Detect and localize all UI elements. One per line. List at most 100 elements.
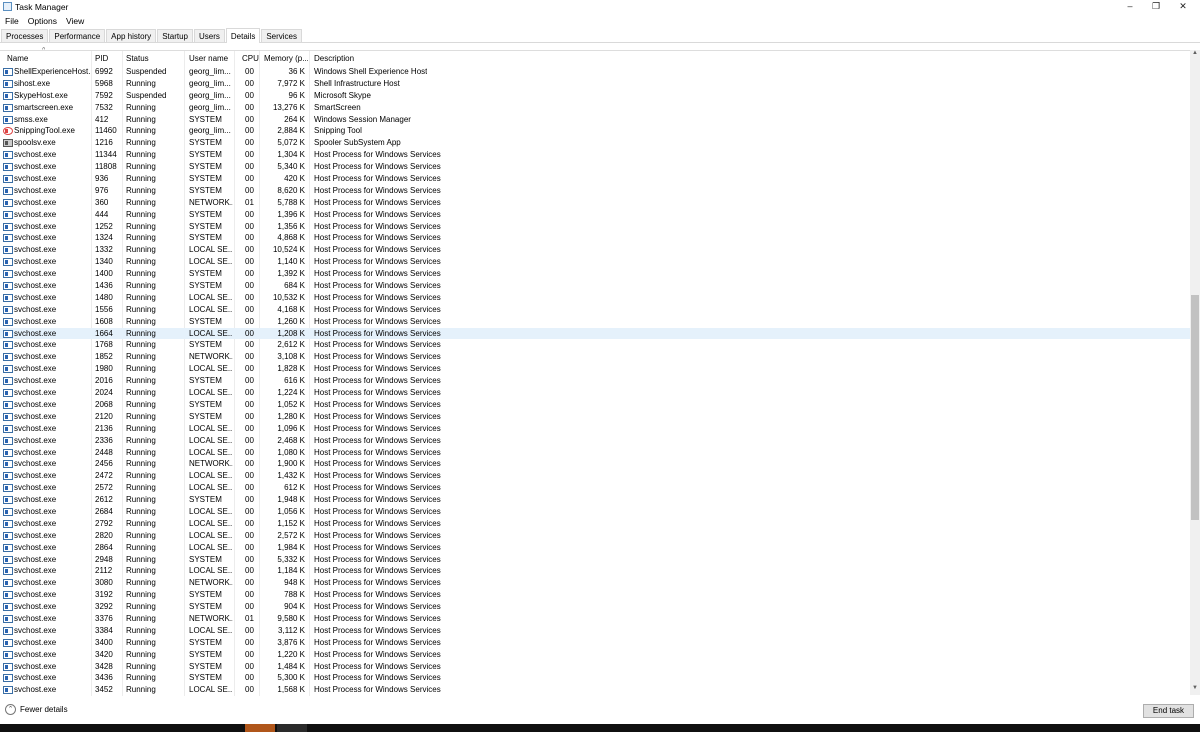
- process-description: Windows Session Manager: [314, 114, 411, 124]
- process-user: SYSTEM: [189, 399, 222, 409]
- table-row[interactable]: svchost.exe 2684 Running LOCAL SE... 00 1,056…: [0, 506, 1190, 518]
- table-row[interactable]: svchost.exe 2948 Running SYSTEM 00 5,332 K Hos…: [0, 554, 1190, 566]
- table-row[interactable]: SkypeHost.exe 7592 Suspended georg_lim... 00…: [0, 90, 1190, 102]
- table-row[interactable]: svchost.exe 1556 Running LOCAL SE... 00 4,168…: [0, 304, 1190, 316]
- process-pid: 3428: [95, 661, 113, 671]
- table-row[interactable]: svchost.exe 2136 Running LOCAL SE... 00 1,096…: [0, 423, 1190, 435]
- process-cpu: 00: [245, 209, 254, 219]
- tab-services[interactable]: Services: [261, 29, 303, 42]
- scroll-down-icon[interactable]: ▼: [1190, 685, 1200, 695]
- table-row[interactable]: svchost.exe 11808 Running SYSTEM 00 5,340 K Ho…: [0, 161, 1190, 173]
- tab-performance[interactable]: Performance: [49, 29, 106, 42]
- minimize-button[interactable]: –: [1117, 0, 1143, 14]
- table-row[interactable]: SnippingTool.exe 11460 Running georg_lim...…: [0, 125, 1190, 137]
- process-status: Running: [126, 78, 156, 88]
- fewer-details-button[interactable]: ⌃ Fewer details: [5, 704, 68, 715]
- table-row[interactable]: svchost.exe 2120 Running SYSTEM 00 1,280 K Hos…: [0, 411, 1190, 423]
- process-cpu: 00: [245, 399, 254, 409]
- table-row[interactable]: svchost.exe 976 Running SYSTEM 00 8,620 K Host…: [0, 185, 1190, 197]
- table-row[interactable]: svchost.exe 1252 Running SYSTEM 00 1,356 K Hos…: [0, 221, 1190, 233]
- table-row[interactable]: svchost.exe 3452 Running LOCAL SE... 00 1,568…: [0, 684, 1190, 694]
- column-header-name[interactable]: Name: [7, 54, 28, 63]
- table-row[interactable]: svchost.exe 1332 Running LOCAL SE... 00 10,52…: [0, 244, 1190, 256]
- table-row[interactable]: svchost.exe 1664 Running LOCAL SE... 00 1,208…: [0, 327, 1190, 340]
- tab-users[interactable]: Users: [193, 29, 225, 42]
- scrollbar-thumb[interactable]: [1191, 295, 1199, 520]
- table-row[interactable]: svchost.exe 2792 Running LOCAL SE... 00 1,152…: [0, 518, 1190, 530]
- table-row[interactable]: svchost.exe 3080 Running NETWORK... 00 948 K H…: [0, 577, 1190, 589]
- process-pid: 5968: [95, 78, 113, 88]
- process-cpu: 00: [245, 90, 254, 100]
- process-cpu: 00: [245, 685, 254, 694]
- table-row[interactable]: svchost.exe 1340 Running LOCAL SE... 00 1,140…: [0, 256, 1190, 268]
- table-row[interactable]: svchost.exe 2448 Running LOCAL SE... 00 1,080…: [0, 447, 1190, 459]
- table-row[interactable]: svchost.exe 2612 Running SYSTEM 00 1,948 K Hos…: [0, 494, 1190, 506]
- menu-view[interactable]: View: [61, 14, 88, 28]
- table-row[interactable]: svchost.exe 2456 Running NETWORK... 00 1,900 …: [0, 458, 1190, 470]
- table-row[interactable]: svchost.exe 2336 Running LOCAL SE... 00 2,468…: [0, 435, 1190, 447]
- table-row[interactable]: svchost.exe 3420 Running SYSTEM 00 1,220 K Hos…: [0, 649, 1190, 661]
- table-row[interactable]: sihost.exe 5968 Running georg_lim... 00 7,972…: [0, 78, 1190, 90]
- table-row[interactable]: svchost.exe 360 Running NETWORK... 01 5,788 K…: [0, 197, 1190, 209]
- close-button[interactable]: ✕: [1170, 0, 1196, 14]
- table-row[interactable]: svchost.exe 1852 Running NETWORK... 00 3,108 …: [0, 351, 1190, 363]
- table-row[interactable]: svchost.exe 3400 Running SYSTEM 00 3,876 K Hos…: [0, 637, 1190, 649]
- table-row[interactable]: svchost.exe 3428 Running SYSTEM 00 1,484 K Hos…: [0, 661, 1190, 673]
- table-row[interactable]: svchost.exe 1980 Running LOCAL SE... 00 1,828…: [0, 363, 1190, 375]
- table-row[interactable]: ShellExperienceHost.... 6992 Suspended geor…: [0, 66, 1190, 78]
- process-user: georg_lim...: [189, 90, 231, 100]
- table-row[interactable]: svchost.exe 11344 Running SYSTEM 00 1,304 K Ho…: [0, 149, 1190, 161]
- tab-processes[interactable]: Processes: [1, 29, 49, 42]
- application-icon: [3, 103, 13, 112]
- column-header-pid[interactable]: PID: [95, 54, 108, 63]
- table-row[interactable]: svchost.exe 2820 Running LOCAL SE... 00 2,572…: [0, 530, 1190, 542]
- process-cpu: 00: [245, 388, 254, 398]
- table-row[interactable]: svchost.exe 2572 Running LOCAL SE... 00 612 K…: [0, 482, 1190, 494]
- scroll-up-icon[interactable]: ▲: [1190, 50, 1200, 60]
- table-row[interactable]: svchost.exe 444 Running SYSTEM 00 1,396 K Host…: [0, 209, 1190, 221]
- process-pid: 3452: [95, 685, 113, 694]
- table-row[interactable]: svchost.exe 2024 Running LOCAL SE... 00 1,224…: [0, 387, 1190, 399]
- table-row[interactable]: svchost.exe 1608 Running SYSTEM 00 1,260 K Hos…: [0, 316, 1190, 328]
- table-row[interactable]: svchost.exe 2016 Running SYSTEM 00 616 K Host …: [0, 375, 1190, 387]
- column-header-cpu[interactable]: CPU: [242, 54, 259, 63]
- table-row[interactable]: svchost.exe 3436 Running SYSTEM 00 5,300 K Hos…: [0, 672, 1190, 684]
- table-row[interactable]: svchost.exe 1768 Running SYSTEM 00 2,612 K Hos…: [0, 339, 1190, 351]
- table-row[interactable]: svchost.exe 1324 Running SYSTEM 00 4,868 K Hos…: [0, 232, 1190, 244]
- menu-options[interactable]: Options: [23, 14, 61, 28]
- tab-app-history[interactable]: App history: [106, 29, 157, 42]
- process-status: Running: [126, 257, 156, 267]
- table-row[interactable]: svchost.exe 2472 Running LOCAL SE... 00 1,432…: [0, 470, 1190, 482]
- table-row[interactable]: smss.exe 412 Running SYSTEM 00 264 K Windows S…: [0, 114, 1190, 126]
- table-row[interactable]: svchost.exe 1400 Running SYSTEM 00 1,392 K Hos…: [0, 268, 1190, 280]
- column-header-description[interactable]: Description: [314, 54, 354, 63]
- taskbar-app[interactable]: [277, 724, 307, 732]
- table-row[interactable]: svchost.exe 2112 Running LOCAL SE... 00 1,184…: [0, 565, 1190, 577]
- table-row[interactable]: smartscreen.exe 7532 Running georg_lim... 00…: [0, 102, 1190, 114]
- table-row[interactable]: svchost.exe 3384 Running LOCAL SE... 00 3,112…: [0, 625, 1190, 637]
- table-row[interactable]: svchost.exe 3192 Running SYSTEM 00 788 K Host …: [0, 589, 1190, 601]
- application-icon: [3, 353, 13, 362]
- table-row[interactable]: svchost.exe 3376 Running NETWORK... 01 9,580 …: [0, 613, 1190, 625]
- table-row[interactable]: svchost.exe 3292 Running SYSTEM 00 904 K Host …: [0, 601, 1190, 613]
- taskbar-app-active[interactable]: [245, 724, 275, 732]
- application-icon: [3, 91, 13, 100]
- table-row[interactable]: svchost.exe 1436 Running SYSTEM 00 684 K Host …: [0, 280, 1190, 292]
- table-row[interactable]: svchost.exe 2864 Running LOCAL SE... 00 1,984…: [0, 542, 1190, 554]
- column-header-memory[interactable]: Memory (p...: [264, 54, 308, 63]
- table-row[interactable]: svchost.exe 1480 Running LOCAL SE... 00 10,53…: [0, 292, 1190, 304]
- end-task-button[interactable]: End task: [1143, 704, 1194, 718]
- column-header-user-name[interactable]: User name: [189, 54, 228, 63]
- menu-file[interactable]: File: [0, 14, 23, 28]
- column-header-status[interactable]: Status: [126, 54, 149, 63]
- table-row[interactable]: svchost.exe 936 Running SYSTEM 00 420 K Host P…: [0, 173, 1190, 185]
- tab-details[interactable]: Details: [225, 28, 261, 43]
- table-row[interactable]: spoolsv.exe 1216 Running SYSTEM 00 5,072 K Spo…: [0, 137, 1190, 149]
- tab-startup[interactable]: Startup: [157, 29, 193, 42]
- table-row[interactable]: svchost.exe 2068 Running SYSTEM 00 1,052 K Hos…: [0, 399, 1190, 411]
- restore-button[interactable]: ❐: [1143, 0, 1169, 14]
- process-memory: 788 K: [284, 590, 305, 600]
- process-status: Running: [126, 495, 156, 505]
- process-status: Running: [126, 399, 156, 409]
- vertical-scrollbar[interactable]: ▲ ▼: [1190, 50, 1200, 695]
